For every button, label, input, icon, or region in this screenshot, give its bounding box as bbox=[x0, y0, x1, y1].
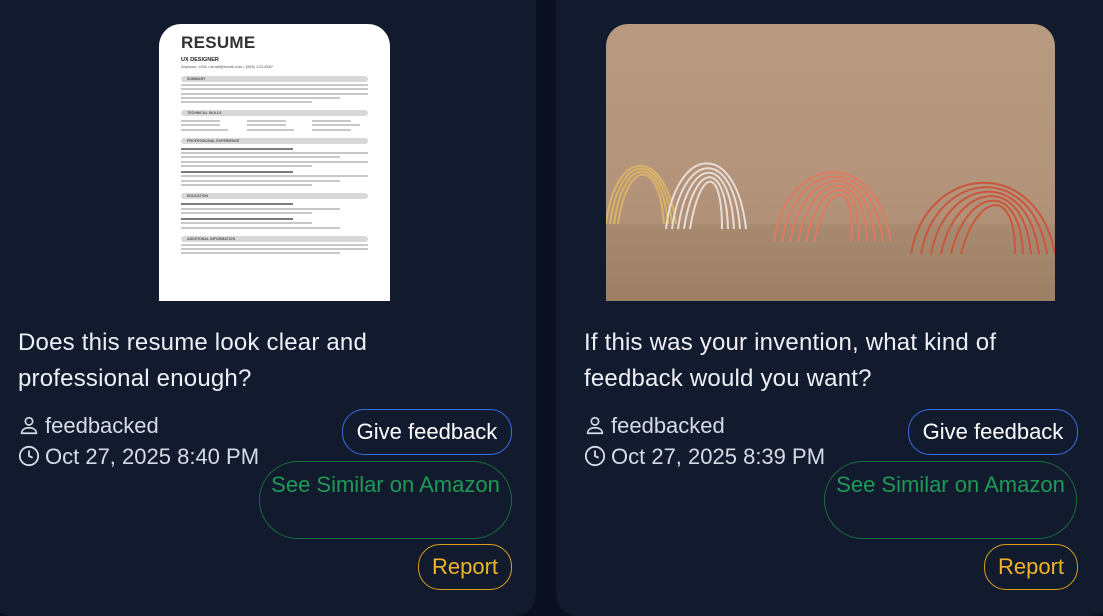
post-meta: feedbacked Oct 27, 2025 8:40 PM bbox=[18, 410, 275, 472]
resume-section: TECHNICAL SKILLS bbox=[181, 109, 368, 116]
give-feedback-button[interactable]: Give feedback bbox=[342, 409, 512, 455]
resume-section: SUMMARY bbox=[181, 76, 368, 82]
clock-icon bbox=[584, 445, 606, 467]
post-question: If this was your invention, what kind of… bbox=[584, 329, 997, 392]
slinky-photo-image[interactable] bbox=[606, 24, 1055, 301]
resume-section: EDUCATION bbox=[181, 192, 368, 199]
clock-icon bbox=[18, 445, 40, 467]
give-feedback-button[interactable]: Give feedback bbox=[908, 409, 1078, 455]
resume-section: ADDITIONAL INFORMATION bbox=[181, 235, 368, 242]
see-similar-amazon-button[interactable]: See Similar on Amazon bbox=[824, 461, 1077, 539]
resume-section: PROFESSIONAL EXPERIENCE bbox=[181, 137, 368, 144]
post-question: Does this resume look clear and professi… bbox=[18, 329, 368, 392]
post-meta: feedbacked Oct 27, 2025 8:39 PM bbox=[584, 410, 841, 472]
user-icon bbox=[586, 416, 604, 435]
post-timestamp: Oct 27, 2025 8:39 PM bbox=[611, 444, 826, 469]
see-similar-amazon-button[interactable]: See Similar on Amazon bbox=[259, 461, 512, 539]
user-icon bbox=[20, 416, 38, 435]
post-timestamp: Oct 27, 2025 8:40 PM bbox=[45, 444, 260, 469]
resume-image[interactable]: RESUME UX DESIGNER Anytown, USA • email@… bbox=[159, 24, 390, 301]
author-name: feedbacked bbox=[611, 413, 725, 438]
report-button[interactable]: Report bbox=[418, 544, 512, 590]
report-button[interactable]: Report bbox=[984, 544, 1078, 590]
resume-title: RESUME bbox=[181, 33, 256, 52]
resume-contact: Anytown, USA • email@email.com • (555) 1… bbox=[181, 64, 274, 69]
resume-role: UX DESIGNER bbox=[181, 57, 219, 63]
author-name: feedbacked bbox=[45, 413, 159, 438]
